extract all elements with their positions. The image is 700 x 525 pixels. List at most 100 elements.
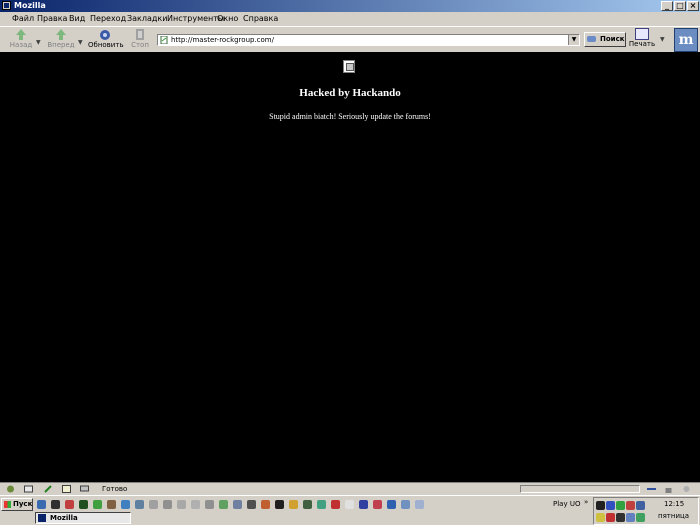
quicklaunch-item16-icon[interactable] xyxy=(373,500,382,509)
quicklaunch-item17-icon[interactable] xyxy=(387,500,396,509)
printer-icon xyxy=(635,28,649,40)
security-lock-icon[interactable] xyxy=(664,485,673,493)
quicklaunch-folder-icon[interactable] xyxy=(149,500,158,509)
status-bar: Готово xyxy=(0,482,700,495)
print-button[interactable]: Печать xyxy=(628,28,656,52)
menu-window[interactable]: Окно xyxy=(217,14,238,24)
online-icon[interactable] xyxy=(647,485,656,493)
tray-app-icon[interactable] xyxy=(596,501,605,510)
tray-app9-icon[interactable] xyxy=(626,513,635,522)
quicklaunch-app-icon[interactable] xyxy=(65,500,74,509)
stop-button[interactable]: Стоп xyxy=(128,28,152,52)
navigation-toolbar: Назад ▼ Вперед ▼ Обновить Стоп ▼ Поиск П… xyxy=(0,26,700,52)
quicklaunch-item3-icon[interactable] xyxy=(191,500,200,509)
menu-bookmarks[interactable]: Закладки xyxy=(127,14,167,24)
quicklaunch-item11-icon[interactable] xyxy=(303,500,312,509)
url-bar[interactable]: ▼ xyxy=(157,34,580,46)
quicklaunch-media-icon[interactable] xyxy=(135,500,144,509)
print-label: Печать xyxy=(628,40,656,48)
windows-taskbar: Пуск Play UO » 12:15 пятница Mozilla xyxy=(0,495,700,525)
search-icon xyxy=(587,36,596,42)
broken-image-icon xyxy=(343,60,355,73)
progress-meter xyxy=(520,485,640,493)
quicklaunch-item13-icon[interactable] xyxy=(331,500,340,509)
tray-app8-icon[interactable] xyxy=(616,513,625,522)
tray-app6-icon[interactable] xyxy=(596,513,605,522)
forward-dropdown-icon[interactable]: ▼ xyxy=(78,39,83,46)
chat-icon[interactable] xyxy=(80,485,89,493)
url-dropdown-icon[interactable]: ▼ xyxy=(568,35,579,45)
forward-button[interactable]: Вперед xyxy=(46,28,76,52)
print-dropdown-icon[interactable]: ▼ xyxy=(660,36,665,43)
tray-app2-icon[interactable] xyxy=(606,501,615,510)
clock[interactable]: 12:15 xyxy=(664,500,684,508)
taskbar-window-label: Mozilla xyxy=(50,514,78,522)
quicklaunch-item6-icon[interactable] xyxy=(233,500,242,509)
menu-go[interactable]: Переход xyxy=(90,14,126,24)
tray-expand-icon[interactable]: » xyxy=(584,498,588,506)
quicklaunch-item18-icon[interactable] xyxy=(401,500,410,509)
windows-flag-icon xyxy=(4,501,11,508)
tray-app7-icon[interactable] xyxy=(606,513,615,522)
quicklaunch-item7-icon[interactable] xyxy=(247,500,256,509)
menu-file[interactable]: Файл xyxy=(12,14,34,24)
quicklaunch-item4-icon[interactable] xyxy=(205,500,214,509)
page-heading: Hacked by Hackando xyxy=(299,87,401,99)
tray-app4-icon[interactable] xyxy=(626,501,635,510)
title-bar: Mozilla _ □ × xyxy=(0,0,700,12)
menu-bar: Файл Правка Вид Переход Закладки Инструм… xyxy=(0,12,700,26)
composer-icon[interactable] xyxy=(44,485,53,493)
address-book-icon[interactable] xyxy=(62,485,71,493)
maximize-button[interactable]: □ xyxy=(674,1,686,11)
tray-label: Play UO xyxy=(553,500,581,508)
quicklaunch-check-icon[interactable] xyxy=(93,500,102,509)
quicklaunch-item12-icon[interactable] xyxy=(317,500,326,509)
minimize-button[interactable]: _ xyxy=(661,1,673,11)
quicklaunch-tool-icon[interactable] xyxy=(107,500,116,509)
menu-edit[interactable]: Правка xyxy=(37,14,67,24)
mozilla-app-icon[interactable] xyxy=(2,1,11,10)
menu-view[interactable]: Вид xyxy=(69,14,85,24)
back-label: Назад xyxy=(9,41,33,49)
start-button[interactable]: Пуск xyxy=(1,498,33,511)
menu-help[interactable]: Справка xyxy=(243,14,278,24)
tray-app5-icon[interactable] xyxy=(636,501,645,510)
reload-button[interactable]: Обновить xyxy=(88,28,124,52)
quicklaunch-web-icon[interactable] xyxy=(121,500,130,509)
tray-volume-icon[interactable] xyxy=(636,513,645,522)
mozilla-task-icon xyxy=(38,514,46,522)
start-label: Пуск xyxy=(13,500,33,508)
back-button[interactable]: Назад xyxy=(8,28,34,52)
back-arrow-icon xyxy=(16,29,26,40)
reload-label: Обновить xyxy=(88,41,124,49)
close-button[interactable]: × xyxy=(687,1,699,11)
quicklaunch-item15-icon[interactable] xyxy=(359,500,368,509)
tray-app3-icon[interactable] xyxy=(616,501,625,510)
quicklaunch-ie-icon[interactable] xyxy=(37,500,46,509)
quicklaunch-item19-icon[interactable] xyxy=(415,500,424,509)
url-input[interactable] xyxy=(171,35,561,45)
taskbar-window-mozilla[interactable]: Mozilla xyxy=(35,512,131,524)
quicklaunch-item5-icon[interactable] xyxy=(219,500,228,509)
back-dropdown-icon[interactable]: ▼ xyxy=(36,39,41,46)
forward-arrow-icon xyxy=(56,29,66,40)
stop-label: Стоп xyxy=(131,41,149,49)
quicklaunch-item14-icon[interactable] xyxy=(345,500,354,509)
navigator-icon[interactable] xyxy=(6,485,15,493)
popup-blocked-icon[interactable] xyxy=(682,485,691,493)
search-button[interactable]: Поиск xyxy=(584,32,626,47)
quicklaunch-player-icon[interactable] xyxy=(51,500,60,509)
quicklaunch-item10-icon[interactable] xyxy=(289,500,298,509)
mozilla-throbber-logo[interactable]: m xyxy=(674,28,698,52)
quicklaunch-item2-icon[interactable] xyxy=(177,500,186,509)
site-icon xyxy=(160,36,168,44)
quicklaunch-item-icon[interactable] xyxy=(163,500,172,509)
page-message: Stupid admin biatch! Seriously update th… xyxy=(269,112,431,121)
window-title: Mozilla xyxy=(14,1,46,10)
page-content: Hacked by Hackando Stupid admin biatch! … xyxy=(0,52,700,482)
menu-tools[interactable]: Инструменты xyxy=(167,14,224,24)
quicklaunch-item9-icon[interactable] xyxy=(275,500,284,509)
mail-icon[interactable] xyxy=(24,485,33,493)
quicklaunch-item8-icon[interactable] xyxy=(261,500,270,509)
quicklaunch-bug-icon[interactable] xyxy=(79,500,88,509)
